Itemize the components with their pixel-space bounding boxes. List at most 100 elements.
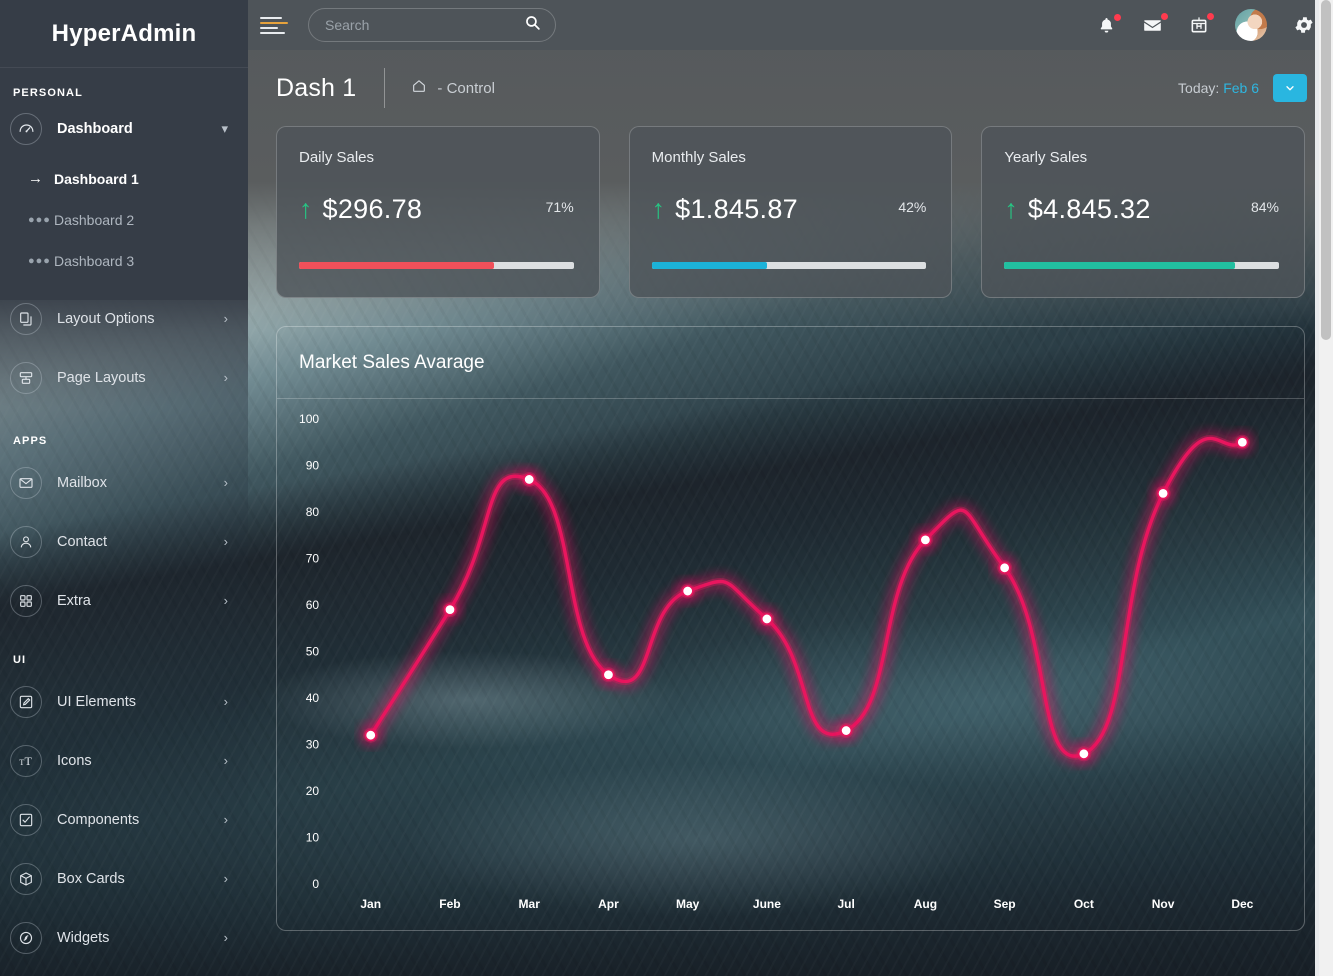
breadcrumb-text[interactable]: - Control [437, 80, 495, 97]
search-input[interactable] [325, 17, 524, 33]
title-divider [384, 68, 386, 108]
progress-track [651, 262, 927, 269]
card-amount: $1.845.87 [675, 194, 798, 224]
check-square-icon [10, 803, 42, 836]
user-icon [10, 525, 42, 558]
sidebar-item-label: Mailbox [57, 474, 107, 491]
chevron-right-icon: › [223, 812, 228, 827]
today-value: Feb 6 [1223, 80, 1259, 96]
menu-icon[interactable] [260, 16, 290, 34]
progress-fill [299, 262, 495, 269]
sidebar-item-label: Components [57, 811, 140, 828]
sidebar-subitem-label: Dashboard 1 [54, 170, 139, 187]
sidebar-item-dashboard-3[interactable]: ●●● Dashboard 3 [0, 240, 248, 281]
chart-header: Market Sales Avarage [277, 327, 1304, 399]
page-title: Dash 1 [276, 73, 357, 102]
topbar-actions [1097, 9, 1333, 41]
svg-text:T: T [19, 757, 24, 766]
svg-text:30: 30 [306, 738, 320, 752]
envelope-icon [10, 466, 42, 499]
layout-icon [10, 361, 42, 394]
envelope-icon[interactable] [1142, 12, 1168, 36]
svg-text:80: 80 [306, 505, 320, 519]
progress-track [299, 262, 574, 269]
menu-line [260, 26, 278, 29]
gift-box-icon[interactable] [1189, 13, 1214, 35]
chevron-down-icon: ▾ [221, 121, 228, 136]
arrow-right-icon: → [28, 170, 43, 187]
chart-body: 0 10 20 30 40 50 60 70 80 90 100 Jan Feb Mar Apr May Jun… [277, 399, 1304, 931]
sidebar-item-page-layouts[interactable]: Page Layouts › [0, 348, 248, 407]
chevron-down-icon [1286, 86, 1294, 91]
scrollbar[interactable] [1319, 0, 1333, 976]
sidebar-item-label: Layout Options [57, 310, 155, 327]
card-title: Monthly Sales [651, 149, 746, 166]
notification-badge [1161, 12, 1168, 20]
sidebar-item-dashboard-1[interactable]: → Dashboard 1 [0, 158, 248, 199]
sidebar-item-layout-options[interactable]: Layout Options › [0, 289, 248, 348]
svg-text:Aug: Aug [914, 897, 937, 911]
svg-text:50: 50 [306, 645, 320, 659]
progress-fill [1004, 262, 1236, 269]
widget-icon [10, 921, 42, 954]
svg-text:90: 90 [306, 459, 320, 473]
sidebar-item-ui-elements[interactable]: UI Elements › [0, 672, 248, 731]
menu-line [260, 21, 288, 24]
menu-line [260, 31, 285, 34]
card-title: Yearly Sales [1004, 149, 1088, 166]
sidebar-item-contact[interactable]: Contact › [0, 512, 248, 571]
stat-cards: Daily Sales ↑ $296.78 71% Monthly Sales … [248, 126, 1333, 298]
chevron-right-icon: › [223, 871, 228, 886]
svg-text:10: 10 [306, 831, 320, 845]
sidebar-item-dashboard[interactable]: Dashboard ▾ [0, 99, 248, 158]
svg-text:May: May [676, 897, 700, 911]
card-amount: $296.78 [322, 194, 423, 224]
progress-fill [651, 262, 768, 269]
pencil-square-icon [10, 685, 42, 718]
sidebar-item-label: Extra [57, 592, 91, 609]
sidebar-item-label: Widgets [57, 929, 110, 946]
sidebar-item-extra[interactable]: Extra › [0, 571, 248, 630]
chevron-right-icon: › [223, 475, 228, 490]
svg-text:Apr: Apr [598, 897, 619, 911]
market-sales-line-chart[interactable]: 0 10 20 30 40 50 60 70 80 90 100 Jan Feb Mar Apr May Jun… [277, 399, 1304, 931]
stat-card-yearly-sales[interactable]: Yearly Sales ↑ $4.845.32 84% [981, 126, 1306, 298]
bell-icon[interactable] [1097, 13, 1121, 35]
scrollbar-thumb[interactable] [1321, 0, 1331, 340]
home-icon[interactable] [411, 78, 427, 98]
sidebar-item-label: Page Layouts [57, 369, 146, 386]
chevron-right-icon: › [223, 593, 228, 608]
stat-card-monthly-sales[interactable]: Monthly Sales ↑ $1.845.87 42% [628, 126, 953, 298]
search-icon[interactable] [524, 14, 541, 36]
progress-track [1004, 262, 1280, 269]
sidebar-section-ui: UI [13, 654, 27, 666]
svg-text:100: 100 [299, 412, 319, 426]
card-percent: 84% [1250, 199, 1280, 215]
brand-logo[interactable]: HyperAdmin [0, 0, 248, 67]
sidebar-item-components[interactable]: Components › [0, 790, 248, 849]
sidebar-item-mailbox[interactable]: Mailbox › [0, 453, 248, 512]
sidebar-item-dashboard-2[interactable]: ●●● Dashboard 2 [0, 199, 248, 240]
copy-icon [10, 302, 42, 335]
speedometer-icon [10, 112, 42, 145]
avatar[interactable] [1235, 9, 1267, 41]
stat-card-daily-sales[interactable]: Daily Sales ↑ $296.78 71% [276, 126, 600, 298]
search-box[interactable] [308, 8, 556, 42]
sidebar-item-icons[interactable]: T T Icons › [0, 731, 248, 790]
svg-text:Dec: Dec [1231, 897, 1253, 911]
sidebar-section-apps: APPS [13, 435, 48, 447]
sidebar-item-widgets[interactable]: Widgets › [0, 908, 248, 967]
svg-text:June: June [753, 897, 781, 911]
date-dropdown-button[interactable] [1273, 74, 1307, 102]
card-title: Daily Sales [299, 149, 375, 166]
sidebar-item-box-cards[interactable]: Box Cards › [0, 849, 248, 908]
notification-badge [1114, 13, 1121, 21]
svg-text:40: 40 [306, 691, 320, 705]
gear-icon[interactable] [1293, 14, 1315, 36]
notification-badge [1207, 13, 1214, 20]
card-value-row: ↑ $1.845.87 42% [652, 194, 927, 225]
arrow-up-icon: ↑ [651, 194, 666, 224]
arrow-up-icon: ↑ [299, 194, 313, 224]
sidebar-divider [0, 67, 248, 68]
chevron-right-icon: › [223, 753, 228, 768]
